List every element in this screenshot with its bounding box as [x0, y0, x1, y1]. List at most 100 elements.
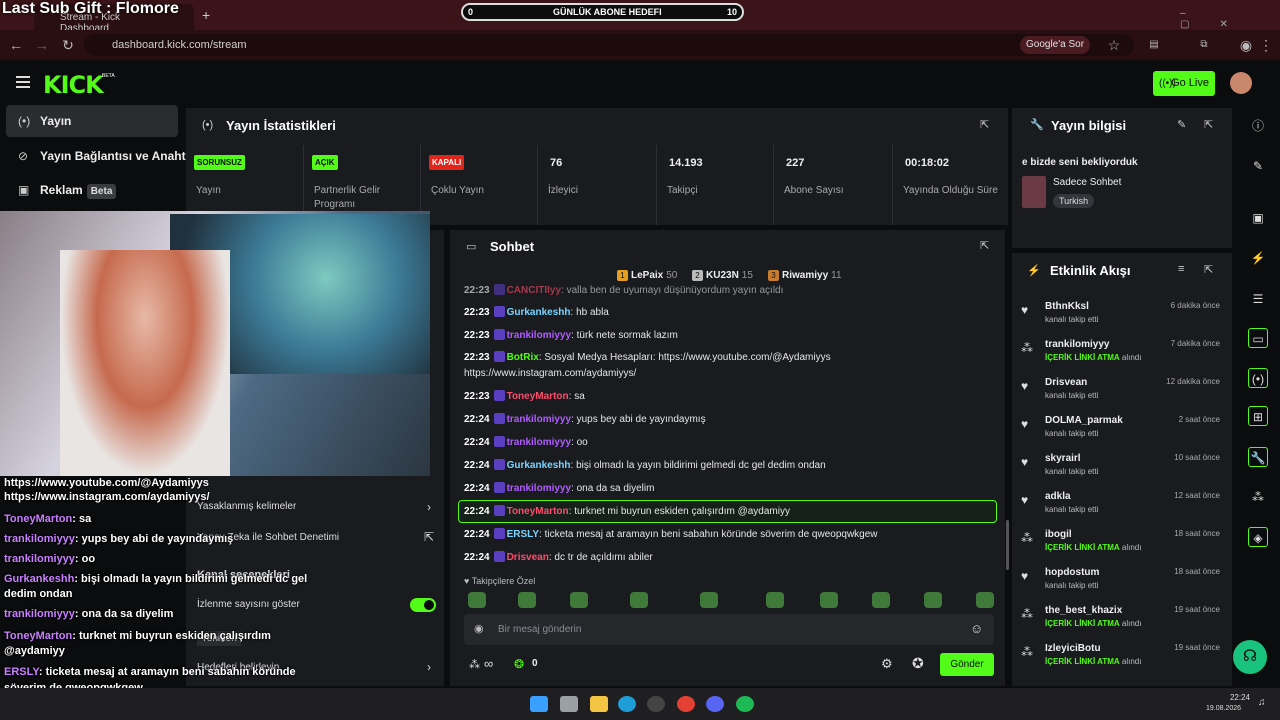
- activity-item[interactable]: ♥ DOLMA_parmak kanalı takip etti 2 saat önc…: [1021, 415, 1226, 451]
- activity-item[interactable]: ♥ adkla kanalı takip etti 12 saat önce: [1021, 491, 1226, 527]
- nav-item-stream-key[interactable]: ⊘ Yayın Bağlantısı ve Anahtarı: [6, 140, 186, 172]
- banned-words-setting[interactable]: Yasaklanmış kelimeler: [197, 501, 296, 512]
- chat-username[interactable]: ToneyMarton: [507, 391, 569, 402]
- profile-icon[interactable]: ◉: [1238, 37, 1254, 53]
- activity-item[interactable]: ♥ skyrairl kanalı takip etti 10 saat önce: [1021, 453, 1226, 489]
- emoji-icon[interactable]: ☺: [970, 621, 983, 636]
- broadcast-icon[interactable]: (•): [1248, 368, 1268, 388]
- menu-kebab-icon[interactable]: ⋮: [1258, 37, 1274, 53]
- wrench-icon[interactable]: 🔧: [1248, 447, 1268, 467]
- activity-item[interactable]: ⁂ trankilomiyyy İÇERİK LİNKİ ATMA alındı 7 …: [1021, 339, 1226, 375]
- chat-username[interactable]: ERSLY: [507, 529, 539, 540]
- translate-icon[interactable]: ▤: [1146, 37, 1162, 53]
- chat-scrollbar[interactable]: [1006, 520, 1009, 570]
- send-button[interactable]: Gönder: [940, 653, 994, 676]
- user-badge-icon: [493, 551, 505, 562]
- emote-icon[interactable]: [766, 592, 784, 608]
- popout-icon[interactable]: ⇱: [980, 239, 989, 252]
- go-live-button[interactable]: ((•)) Go Live: [1153, 71, 1215, 96]
- new-tab-button[interactable]: +: [202, 7, 210, 23]
- mod-actions-icon[interactable]: ✪: [912, 655, 924, 672]
- edge-icon[interactable]: [618, 696, 636, 712]
- nav-item-ads[interactable]: ▣ Reklam Beta: [6, 174, 178, 206]
- chat-username[interactable]: BotRix: [507, 352, 539, 363]
- top-gifter[interactable]: 1 LePaix 50: [617, 270, 677, 281]
- stats-card-icon[interactable]: ▣: [1248, 208, 1268, 228]
- task-view-icon[interactable]: [560, 696, 578, 712]
- chevron-right-icon[interactable]: ›: [427, 660, 431, 674]
- chat-username[interactable]: Gurkankeshh: [507, 307, 571, 318]
- chat-username[interactable]: trankilomiyyy: [507, 330, 571, 341]
- category-name[interactable]: Sadece Sohbet: [1053, 177, 1121, 188]
- activity-item[interactable]: ⁂ the_best_khazix İÇERİK LİNKİ ATMA alındı…: [1021, 605, 1226, 641]
- bookmark-star-icon[interactable]: ☆: [1106, 37, 1122, 53]
- emote-icon[interactable]: [630, 592, 648, 608]
- activity-item[interactable]: ♥ hopdostum kanalı takip etti 18 saat önce: [1021, 567, 1226, 603]
- show-viewers-toggle[interactable]: [410, 598, 436, 612]
- window-controls[interactable]: –▢✕: [1180, 8, 1280, 30]
- chat-username[interactable]: ToneyMarton: [507, 506, 569, 517]
- chevron-right-icon[interactable]: ›: [427, 500, 431, 514]
- emote-icon[interactable]: [700, 592, 718, 608]
- activity-item[interactable]: ⁂ IzleyiciBotu İÇERİK LİNKİ ATMA alındı 19 …: [1021, 643, 1226, 679]
- chat-icon[interactable]: ▭: [1248, 328, 1268, 348]
- rewards-icon[interactable]: ⁂: [1248, 487, 1268, 507]
- kick-logo[interactable]: KICK: [43, 71, 104, 99]
- popout-icon[interactable]: ⇱: [1204, 118, 1213, 131]
- emote-icon[interactable]: [924, 592, 942, 608]
- emote-icon[interactable]: [872, 592, 890, 608]
- edit-pencil-icon[interactable]: ✎: [1177, 118, 1186, 131]
- google-ask-chip[interactable]: Google'a Sor: [1020, 36, 1091, 54]
- forward-icon[interactable]: →: [34, 37, 50, 53]
- user-avatar[interactable]: [1230, 72, 1252, 94]
- popout-icon[interactable]: ⇱: [980, 118, 989, 131]
- discord-icon[interactable]: [706, 696, 724, 712]
- spotify-icon[interactable]: [736, 696, 754, 712]
- tag-icon[interactable]: ◈: [1248, 527, 1268, 547]
- back-icon[interactable]: ←: [8, 37, 24, 53]
- chat-username[interactable]: Drisvean: [507, 552, 549, 563]
- activity-item[interactable]: ♥ Drisvean kanalı takip etti 12 dakika önce: [1021, 377, 1226, 413]
- hamburger-menu-icon[interactable]: [16, 76, 30, 88]
- user-badge-icon: [493, 390, 505, 401]
- chat-username[interactable]: CANCITIIyy: [507, 285, 561, 296]
- list-icon[interactable]: ☰: [1248, 289, 1268, 309]
- chat-text: valla ben de uyumayı düşünüyordum yayın …: [566, 285, 784, 296]
- popout-icon[interactable]: ⇱: [1204, 263, 1213, 276]
- chat-icon: ▭: [466, 241, 477, 253]
- chat-username[interactable]: trankilomiyyy: [507, 437, 571, 448]
- emote-icon[interactable]: [570, 592, 588, 608]
- chat-username[interactable]: trankilomiyyy: [507, 414, 571, 425]
- obs-icon[interactable]: [647, 696, 665, 712]
- activity-item[interactable]: ⁂ ibogil İÇERİK LİNKİ ATMA alındı 18 saat ö…: [1021, 529, 1226, 565]
- activity-item[interactable]: ♥ BthnKksl kanalı takip etti 6 dakika önce: [1021, 301, 1226, 337]
- top-gifter[interactable]: 2 KU23N 15: [692, 270, 753, 281]
- notification-icon[interactable]: ♫: [1258, 697, 1266, 708]
- activity-time: 7 dakika önce: [1170, 339, 1220, 348]
- nav-item-stream[interactable]: (•) Yayın: [6, 105, 178, 137]
- support-headset-icon[interactable]: ☊: [1233, 640, 1267, 674]
- points-icon[interactable]: ❂: [514, 657, 524, 671]
- chat-username[interactable]: Gurkankeshh: [507, 460, 571, 471]
- chrome-icon[interactable]: [677, 696, 695, 712]
- external-link-icon[interactable]: ⇱: [424, 530, 434, 544]
- windows-start-icon[interactable]: [530, 696, 548, 712]
- filter-icon[interactable]: ≡: [1178, 263, 1184, 275]
- lightning-icon[interactable]: ⚡: [1248, 248, 1268, 268]
- gear-icon[interactable]: ⚙: [881, 656, 893, 672]
- edit-pencil-icon[interactable]: ✎: [1248, 156, 1268, 176]
- emote-icon[interactable]: [518, 592, 536, 608]
- user-badge-icon: [493, 329, 505, 340]
- emote-icon[interactable]: [468, 592, 486, 608]
- extensions-icon[interactable]: ⧉: [1196, 37, 1212, 53]
- rewards-icon[interactable]: ⁂: [469, 658, 480, 671]
- chat-input[interactable]: ◉ Bir mesaj gönderin ☺: [464, 614, 994, 645]
- file-explorer-icon[interactable]: [590, 696, 608, 712]
- info-icon[interactable]: ⓘ: [1248, 116, 1268, 136]
- emote-icon[interactable]: [820, 592, 838, 608]
- top-gifter[interactable]: 3 Riwamiyy 11: [768, 270, 842, 281]
- emote-icon[interactable]: [976, 592, 994, 608]
- layout-icon[interactable]: ⊞: [1248, 406, 1268, 426]
- reload-icon[interactable]: ↻: [60, 37, 76, 53]
- chat-username[interactable]: trankilomiyyy: [507, 483, 571, 494]
